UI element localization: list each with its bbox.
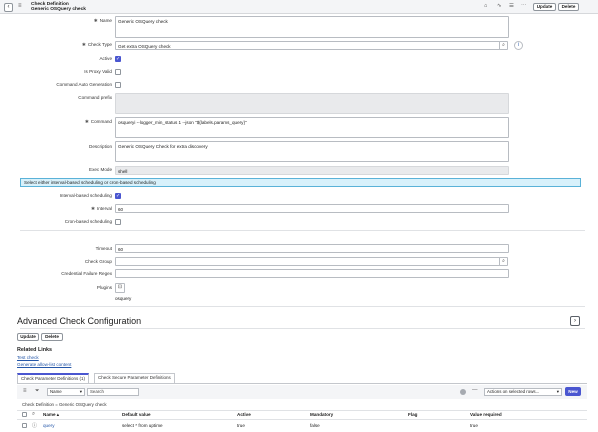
section-divider: [20, 306, 585, 307]
interval-field[interactable]: 60: [115, 204, 509, 213]
lookup-search-icon[interactable]: ⌕: [499, 257, 508, 266]
active-label: Active: [99, 56, 112, 61]
allow-list-link[interactable]: Generate allow-list content: [17, 362, 71, 367]
column-header-mandatory[interactable]: Mandatory: [310, 412, 333, 417]
collapse-icon[interactable]: —: [472, 387, 478, 393]
info-icon[interactable]: ⓘ: [32, 422, 37, 429]
actions-select[interactable]: Actions on selected rows... ▾: [484, 388, 562, 396]
more-icon[interactable]: ⋯: [521, 3, 527, 10]
required-icon: ✱: [93, 18, 98, 23]
page-title: Check Definition Generic OSQuery check: [31, 2, 86, 13]
active-checkbox[interactable]: ✓: [115, 56, 121, 62]
proxy-label: Is Proxy Valid: [84, 69, 112, 74]
interval-label: ✱ Interval: [91, 206, 112, 211]
search-input[interactable]: Search: [87, 388, 139, 396]
settings-dot-icon[interactable]: [460, 389, 466, 395]
exec-mode-field: shell: [115, 166, 509, 175]
delete-button-bottom[interactable]: Delete: [41, 333, 63, 341]
row-checkbox[interactable]: [22, 423, 27, 428]
exec-mode-label: Exec Mode: [89, 167, 112, 172]
cron-label: Cron-based scheduling: [64, 219, 112, 224]
new-button[interactable]: New: [565, 387, 581, 396]
back-button[interactable]: ‹: [4, 3, 13, 12]
settings-icon[interactable]: ☰: [509, 3, 514, 10]
table-cell-name[interactable]: query: [43, 423, 55, 428]
description-field[interactable]: Generic OSQuery Check for extra discover…: [115, 141, 509, 162]
update-button[interactable]: Update: [533, 3, 556, 11]
required-icon: ✱: [81, 42, 86, 47]
column-header-active[interactable]: Active: [237, 412, 251, 417]
required-icon: ✱: [91, 206, 95, 211]
test-check-link[interactable]: Test check: [17, 355, 39, 360]
interval-sched-label: Interval-based scheduling: [59, 193, 112, 198]
form-header: ‹ ≡ Check Definition Generic OSQuery che…: [0, 0, 598, 14]
section-divider: [20, 230, 585, 231]
attachment-icon[interactable]: ⌂: [484, 3, 487, 10]
scheduling-info-message: Select either interval-based scheduling …: [20, 178, 581, 187]
list-menu-icon[interactable]: ≡: [23, 388, 27, 395]
check-group-label: Check Group: [84, 259, 112, 264]
tab-parameter-definitions[interactable]: Check Parameter Definitions (1): [17, 373, 90, 383]
search-icon[interactable]: ⌕: [32, 411, 35, 418]
column-header-name[interactable]: Name ▴: [43, 412, 59, 418]
prefix-label: Command prefix: [78, 95, 112, 100]
name-field[interactable]: Generic OSQuery check: [115, 16, 509, 38]
tab-secure-parameter-definitions[interactable]: Check Secure Parameter Definitions: [94, 373, 175, 383]
activity-icon[interactable]: ∿: [497, 3, 502, 10]
required-icon: ✱: [84, 119, 89, 124]
chevron-down-icon: ▾: [556, 389, 559, 394]
column-header-flag[interactable]: Flag: [408, 412, 417, 417]
cron-checkbox[interactable]: [115, 219, 121, 225]
delete-button[interactable]: Delete: [558, 3, 579, 11]
tab-divider: [17, 383, 587, 384]
timeout-field[interactable]: 60: [115, 244, 509, 253]
column-header-default[interactable]: Default value: [122, 412, 151, 417]
auto-gen-checkbox[interactable]: [115, 82, 121, 88]
check-type-field[interactable]: Get extra OSQuery check: [115, 41, 500, 50]
sort-up-icon: ▴: [56, 412, 60, 417]
table-cell-active: true: [237, 423, 245, 428]
update-button-bottom[interactable]: Update: [17, 333, 39, 341]
table-cell-default: select * from uptime: [122, 423, 163, 428]
filter-icon[interactable]: ⏷: [35, 388, 39, 395]
cred-regex-field[interactable]: [115, 269, 509, 278]
column-header-required[interactable]: Value required: [470, 412, 502, 417]
command-field[interactable]: osqueryi --logger_min_status 1 --json "$…: [115, 117, 509, 138]
advanced-section-title: Advanced Check Configuration: [17, 316, 142, 326]
timeout-label: Timeout: [95, 246, 112, 251]
lock-icon[interactable]: ⊡: [115, 283, 125, 293]
proxy-checkbox[interactable]: [115, 69, 121, 75]
section-divider: [20, 328, 585, 329]
chevron-left-icon: ‹: [7, 4, 10, 10]
check-type-label: ✱ Check Type: [81, 42, 112, 47]
table-cell-mandatory: false: [310, 423, 320, 428]
cred-regex-label: Credential Failure Regex: [61, 271, 112, 276]
check-group-field[interactable]: [115, 257, 500, 266]
interval-sched-checkbox[interactable]: ✓: [115, 193, 121, 199]
prefix-field: [115, 93, 509, 114]
table-cell-required: true: [470, 423, 478, 428]
page-title-line2: Generic OSQuery check: [31, 7, 86, 12]
lookup-search-icon[interactable]: ⌕: [499, 41, 508, 50]
plugins-label: Plugins: [96, 285, 112, 290]
command-label: ✱ Command: [84, 119, 112, 124]
auto-gen-label: Command Auto Generation: [56, 82, 112, 87]
chevron-down-icon: ▾: [79, 389, 82, 394]
name-label: ✱ Name: [93, 18, 112, 23]
info-icon[interactable]: i: [514, 41, 523, 50]
select-all-checkbox[interactable]: [22, 412, 27, 417]
expand-chevron-icon[interactable]: ›: [570, 316, 580, 326]
hamburger-icon[interactable]: ≡: [18, 3, 22, 10]
breadcrumb[interactable]: Check Definition = Generic OSQuery check: [22, 402, 107, 407]
plugins-value: osquery: [115, 296, 132, 301]
filter-field-select[interactable]: Name ▾: [47, 388, 85, 396]
related-links-title: Related Links: [17, 347, 53, 353]
description-label: Description: [89, 144, 112, 149]
